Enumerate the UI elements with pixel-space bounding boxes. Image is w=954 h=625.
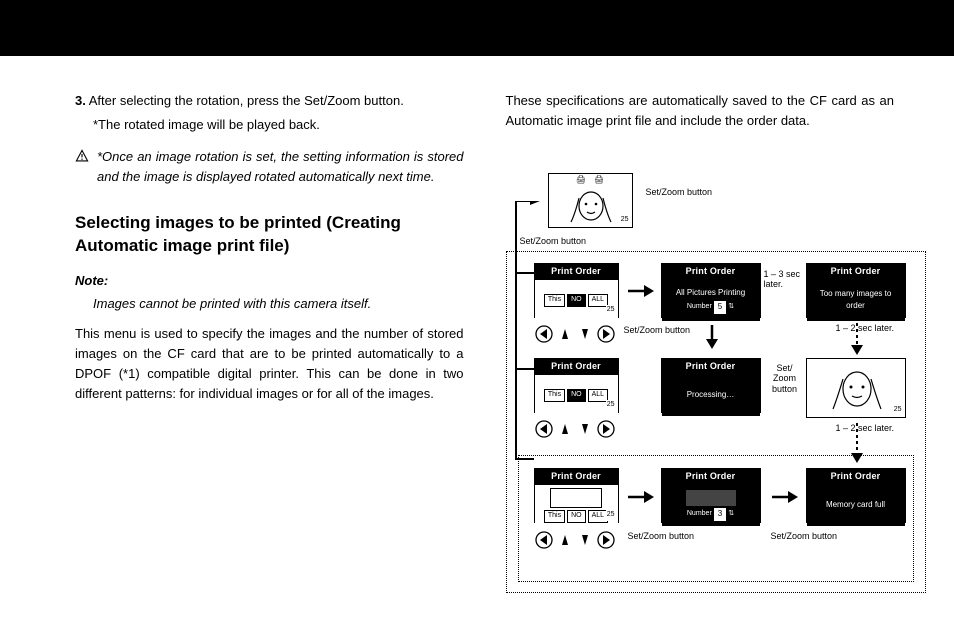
- arrow-right-icon: [626, 489, 654, 505]
- page-body: 3. After selecting the rotation, press t…: [0, 56, 954, 414]
- thumbnail-placeholder: [686, 490, 736, 506]
- label-setzoom-stack: Set/ Zoom button: [768, 363, 802, 394]
- label-setzoom: Set/Zoom button: [628, 531, 695, 541]
- tab-this: This: [544, 294, 565, 307]
- label-number: Number: [687, 302, 712, 313]
- screen-print-order-tabs-2: Print Order This NO ALL 25: [534, 358, 619, 413]
- tab-row: This NO ALL: [544, 389, 608, 402]
- label-all-printing: All Pictures Printing: [676, 287, 745, 299]
- warning-icon: [75, 149, 89, 163]
- left-column: 3. After selecting the rotation, press t…: [75, 91, 464, 414]
- tab-row: This NO ALL: [544, 510, 608, 523]
- screen-print-order-tabs-1: Print Order This NO ALL 25: [534, 263, 619, 318]
- arrow-right-icon: [770, 489, 798, 505]
- note-label: Note:: [75, 271, 464, 291]
- print-icon: 🖨: [576, 174, 586, 186]
- label-setzoom: Set/Zoom button: [771, 531, 838, 541]
- value-number: 5: [714, 301, 726, 313]
- warning-text: *Once an image rotation is set, the sett…: [97, 147, 464, 187]
- face-illustration: [817, 365, 897, 411]
- top-black-bar: [0, 0, 954, 56]
- label-delay-12: 1 – 2 sec later.: [836, 423, 896, 433]
- screen-title: Print Order: [807, 264, 905, 280]
- label-number: Number: [687, 509, 712, 520]
- tab-this: This: [544, 389, 565, 402]
- body-paragraph-1: This menu is used to specify the images …: [75, 324, 464, 405]
- tab-no: NO: [567, 510, 586, 523]
- dotted-arrow-down-icon: [850, 421, 864, 465]
- label-delay-13: 1 – 3 sec later.: [764, 269, 804, 290]
- tab-no: NO: [567, 294, 586, 307]
- screen-print-order-tabs-3: Print Order This NO ALL 25: [534, 468, 619, 523]
- nav-controls-1: [534, 323, 619, 345]
- step-subtext: *The rotated image will be played back.: [93, 115, 464, 135]
- section-heading: Selecting images to be printed (Creating…: [75, 212, 464, 258]
- label-card-full: Memory card full: [826, 499, 885, 511]
- face-illustration: [557, 186, 625, 224]
- screen-title: Print Order: [807, 469, 905, 485]
- screen-playback-top: 🖨 🖨 25: [548, 173, 633, 228]
- value-number: 3: [714, 508, 726, 520]
- screen-title: Print Order: [535, 469, 618, 485]
- thumbnail-placeholder: [550, 488, 602, 508]
- note-body: Images cannot be printed with this camer…: [93, 294, 464, 314]
- screen-too-many-images: Print Order Too many images to order: [806, 263, 906, 318]
- arrow-right-icon: [626, 283, 654, 299]
- screen-playback-result: 25: [806, 358, 906, 418]
- image-count: 25: [606, 400, 616, 411]
- image-count: 25: [620, 215, 630, 226]
- screen-processing: Print Order Processing…: [661, 358, 761, 413]
- tab-this: This: [544, 510, 565, 523]
- screen-all-pictures-printing: Print Order All Pictures Printing Number…: [661, 263, 761, 318]
- image-count: 25: [606, 305, 616, 316]
- nav-controls-3: [534, 529, 619, 551]
- step-3: 3. After selecting the rotation, press t…: [75, 91, 464, 135]
- image-count: 25: [606, 510, 616, 521]
- tab-row: This NO ALL: [544, 294, 608, 307]
- spinner-icon: ⇅: [728, 509, 734, 520]
- connector-line: [512, 201, 542, 471]
- dotted-arrow-down-icon: [850, 321, 864, 357]
- tab-no: NO: [567, 389, 586, 402]
- label-too-many: Too many images to order: [810, 288, 902, 313]
- screen-title: Print Order: [662, 469, 760, 485]
- screen-number-3: Print Order Number 3 ⇅: [661, 468, 761, 523]
- step-text: After selecting the rotation, press the …: [89, 93, 404, 108]
- label-delay-12: 1 – 2 sec later.: [836, 323, 896, 333]
- flow-diagram: 🖨 🖨 25 Set/Zoom button Set/Zoom button P…: [506, 173, 926, 603]
- step-number: 3.: [75, 93, 86, 108]
- label-processing: Processing…: [687, 389, 735, 401]
- screen-memory-card-full: Print Order Memory card full: [806, 468, 906, 523]
- screen-title: Print Order: [662, 359, 760, 375]
- label-setzoom: Set/Zoom button: [646, 187, 713, 197]
- nav-controls-2: [534, 418, 619, 440]
- right-column: These specifications are automatically s…: [506, 91, 895, 414]
- screen-title: Print Order: [535, 359, 618, 375]
- arrow-down-icon: [704, 323, 720, 349]
- warning-row: *Once an image rotation is set, the sett…: [75, 147, 464, 187]
- label-setzoom: Set/Zoom button: [624, 325, 691, 335]
- image-count: 25: [893, 405, 903, 416]
- print-icon: 🖨: [594, 174, 604, 186]
- screen-title: Print Order: [535, 264, 618, 280]
- screen-title: Print Order: [662, 264, 760, 280]
- spinner-icon: ⇅: [728, 302, 734, 313]
- intro-paragraph: These specifications are automatically s…: [506, 91, 895, 131]
